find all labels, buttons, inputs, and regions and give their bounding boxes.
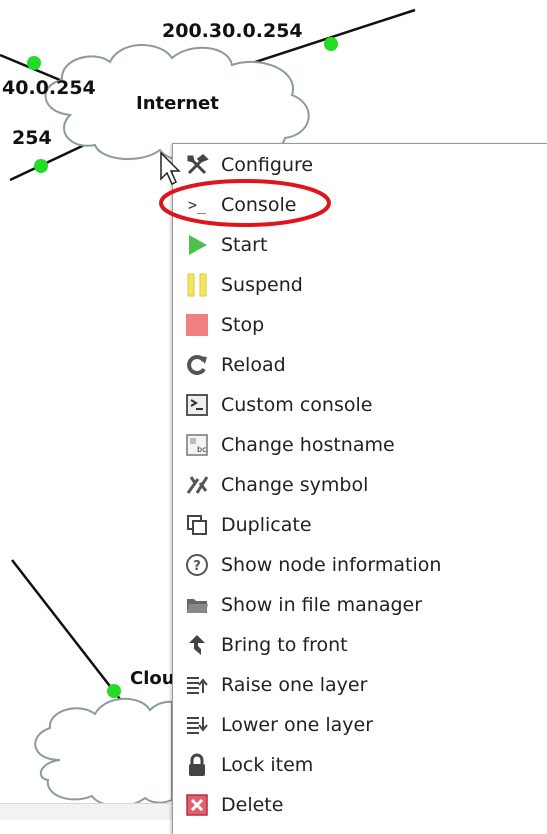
reload-icon [185, 353, 209, 377]
menu-item-show-node-information[interactable]: ? Show node information [173, 545, 547, 585]
menu-item-custom-console[interactable]: Custom console [173, 385, 547, 425]
menu-item-stop[interactable]: Stop [173, 305, 547, 345]
menu-label: Lower one layer [221, 714, 374, 736]
info-icon: ? [185, 553, 209, 577]
menu-label: Custom console [221, 394, 373, 416]
console-highlight-ring [159, 179, 331, 227]
menu-item-bring-to-front[interactable]: Bring to front [173, 625, 547, 665]
wrench-screwdriver-icon [185, 153, 209, 177]
link-endpoint-bottom[interactable] [107, 684, 121, 698]
menu-label: Show node information [221, 554, 442, 576]
link-endpoint-left-bottom[interactable] [34, 159, 48, 173]
menu-item-lock-item[interactable]: Lock item [173, 745, 547, 785]
delete-icon [185, 793, 209, 817]
menu-item-lower-one-layer[interactable]: Lower one layer [173, 705, 547, 745]
menu-label: Show in file manager [221, 594, 423, 616]
menu-item-start[interactable]: Start [173, 225, 547, 265]
internet-cloud-label: Internet [136, 93, 219, 114]
raise-layer-icon [185, 673, 209, 697]
canvas-scrollbar-area [0, 803, 172, 820]
menu-item-raise-one-layer[interactable]: Raise one layer [173, 665, 547, 705]
menu-item-show-in-file-manager[interactable]: Show in file manager [173, 585, 547, 625]
menu-label: Start [221, 234, 268, 256]
menu-label: Bring to front [221, 634, 348, 656]
menu-item-delete[interactable]: Delete [173, 785, 547, 825]
menu-label: Raise one layer [221, 674, 368, 696]
cloud-node-label: Clou [130, 668, 175, 689]
link-endpoint-left-top[interactable] [27, 56, 41, 70]
cloud-node-icon[interactable] [34, 697, 173, 807]
menu-item-suspend[interactable]: Suspend [173, 265, 547, 305]
svg-text:?: ? [193, 559, 201, 574]
menu-label: Change symbol [221, 474, 369, 496]
pause-icon [185, 273, 209, 297]
custom-console-icon [185, 393, 209, 417]
lock-icon [185, 753, 209, 777]
menu-label: Duplicate [221, 514, 312, 536]
menu-label: Delete [221, 794, 284, 816]
menu-label: Lock item [221, 754, 314, 776]
address-label-top: 200.30.0.254 [162, 20, 303, 42]
address-label-left-top: 40.0.254 [2, 77, 96, 99]
menu-item-change-hostname[interactable]: bc Change hostname [173, 425, 547, 465]
menu-label: Stop [221, 314, 265, 336]
symbol-icon [185, 473, 209, 497]
menu-item-change-symbol[interactable]: Change symbol [173, 465, 547, 505]
menu-label: Reload [221, 354, 286, 376]
menu-item-reload[interactable]: Reload [173, 345, 547, 385]
duplicate-icon [185, 513, 209, 537]
menu-label: Configure [221, 154, 314, 176]
play-icon [185, 233, 209, 257]
folder-icon [185, 593, 209, 617]
lower-layer-icon [185, 713, 209, 737]
hostname-icon: bc [185, 433, 209, 457]
bring-front-icon [185, 633, 209, 657]
link-endpoint-top[interactable] [324, 37, 338, 51]
stop-icon [185, 313, 209, 337]
menu-label: Suspend [221, 274, 303, 296]
menu-item-duplicate[interactable]: Duplicate [173, 505, 547, 545]
node-context-menu: Configure >_ Console Start Suspend Stop … [172, 143, 547, 834]
svg-text:bc: bc [197, 445, 206, 454]
menu-label: Change hostname [221, 434, 395, 456]
address-label-left-bottom: 254 [12, 127, 52, 149]
mouse-cursor-icon [160, 152, 181, 186]
